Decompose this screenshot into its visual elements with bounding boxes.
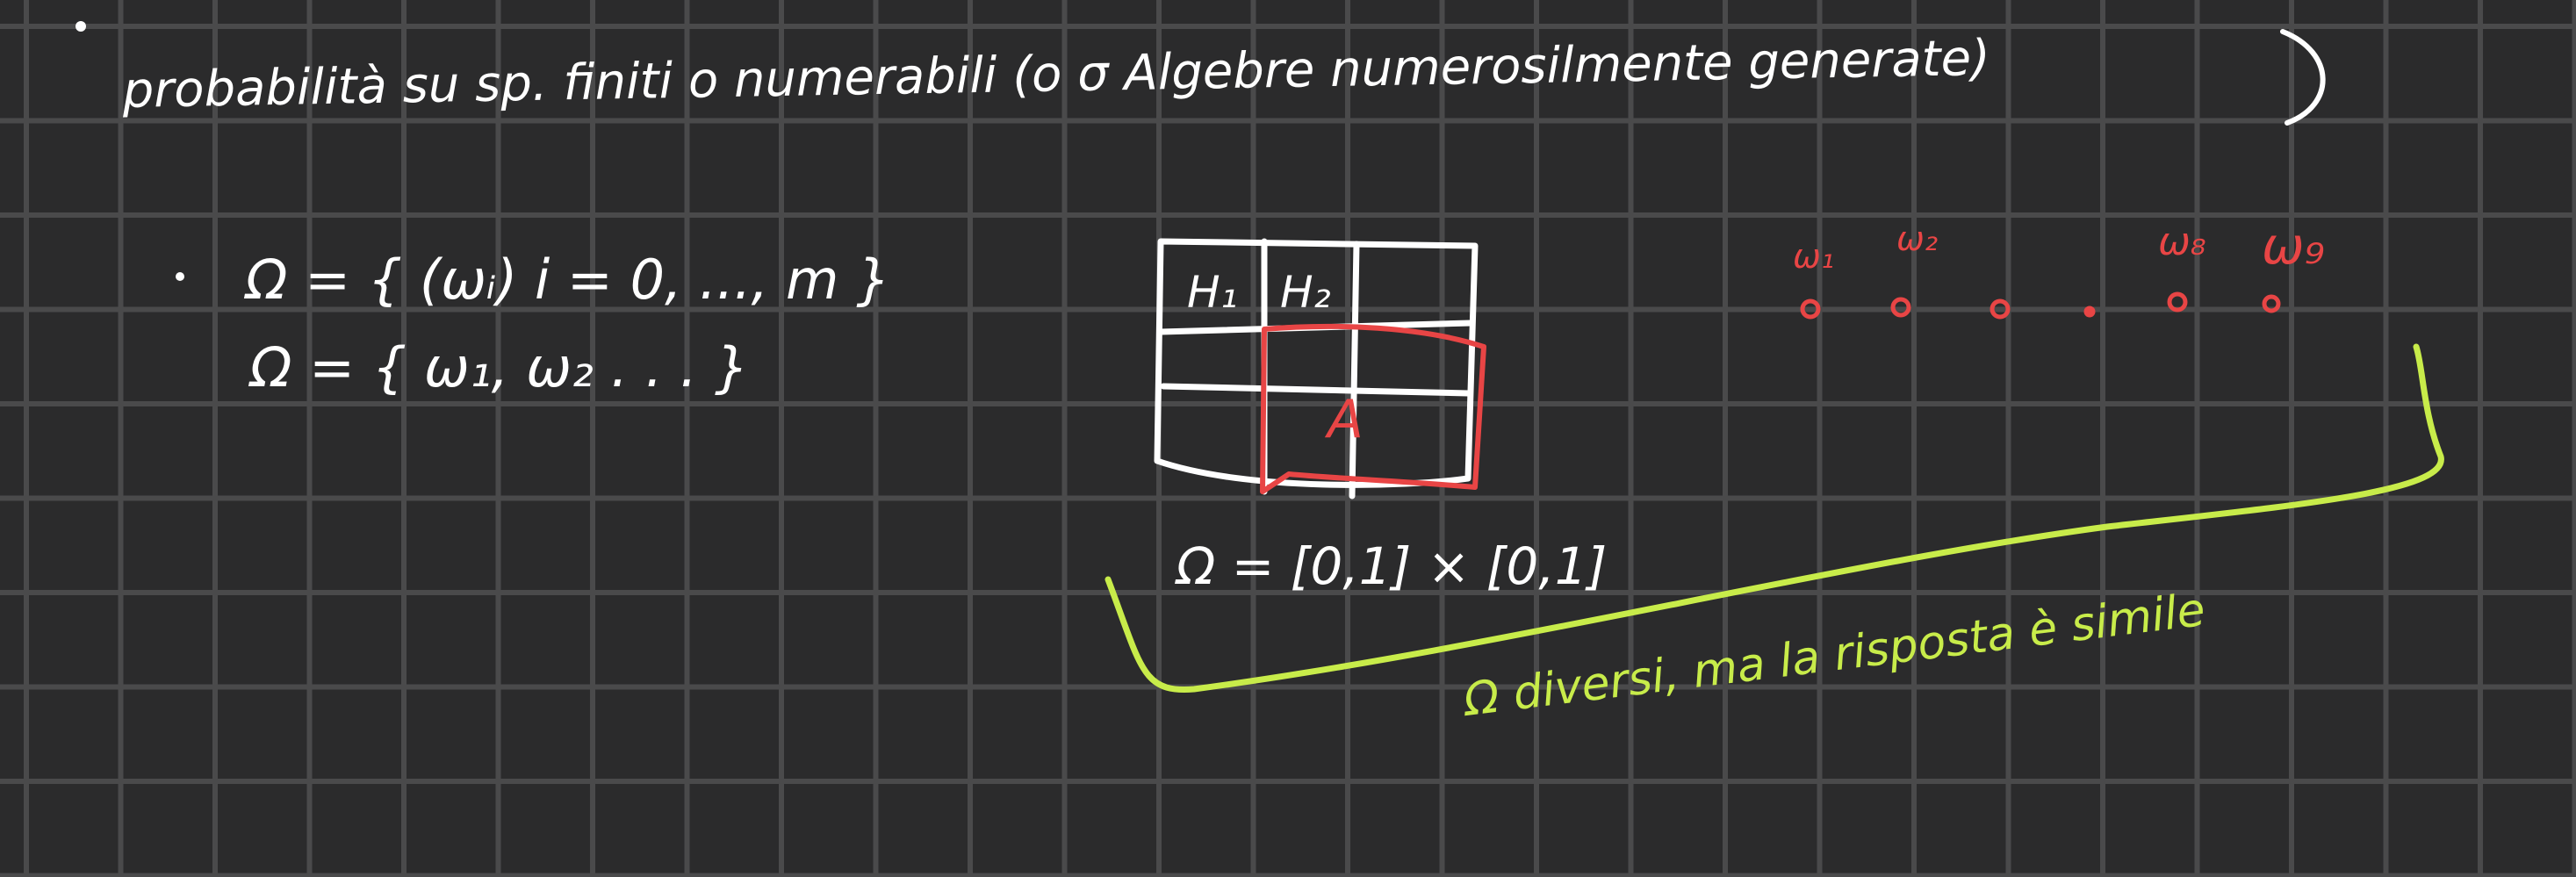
event-a-region bbox=[1260, 323, 1486, 494]
whiteboard-canvas: probabilità su sp. finiti o numerabili (… bbox=[0, 0, 2576, 877]
point-label-w2: ω₂ bbox=[1896, 219, 1938, 258]
heading-paren bbox=[2280, 29, 2326, 126]
handwritten-notes: probabilità su sp. finiti o numerabili (… bbox=[76, 21, 2444, 727]
point-label-w8: ω₈ bbox=[2158, 219, 2205, 264]
grid-cell-h2: H₂ bbox=[1280, 267, 1331, 318]
omega-definition-1: Ω = { (ωᵢ) i = 0, ..., m } bbox=[243, 248, 891, 312]
event-a-label: A bbox=[1324, 389, 1364, 450]
bullet-dot bbox=[176, 272, 184, 281]
point-label-w1: ω₁ bbox=[1793, 237, 1834, 276]
brace-note: Ω diversi, ma la risposta è simile bbox=[1459, 584, 2208, 727]
sample-points bbox=[1800, 291, 2281, 320]
bullet-dot bbox=[76, 21, 86, 32]
point-label-w9: ω₉ bbox=[2262, 216, 2325, 276]
grid-cell-h1: H₁ bbox=[1187, 267, 1238, 318]
grid-caption: Ω = [0,1] × [0,1] bbox=[1175, 536, 1607, 596]
omega-definition-2: Ω = { ω₁, ω₂ . . . } bbox=[248, 335, 749, 399]
heading-text: probabilità su sp. finiti o numerabili (… bbox=[121, 30, 1990, 119]
